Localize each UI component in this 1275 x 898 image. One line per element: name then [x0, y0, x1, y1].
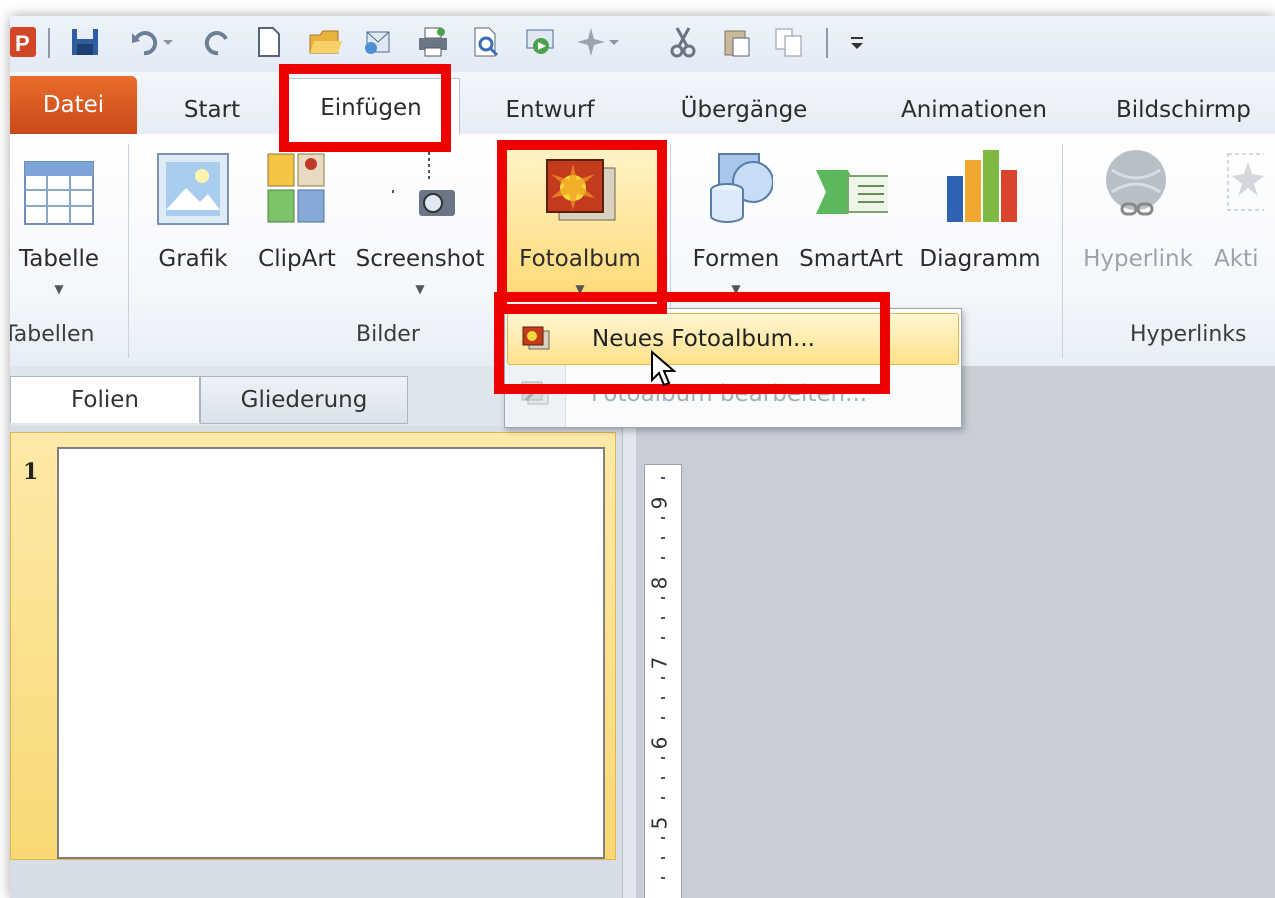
hyperlink-button[interactable]: Hyperlink	[1074, 140, 1202, 316]
ruler-tick	[661, 717, 665, 719]
ruler-label: 6	[647, 736, 672, 750]
ruler-tick	[661, 837, 665, 839]
ruler-tick	[661, 597, 665, 599]
grafik-button[interactable]: Grafik	[142, 140, 244, 316]
group-label-hyperlinks: Hyperlinks	[1130, 322, 1247, 347]
toolbar-separator	[48, 28, 50, 58]
slide-number: 1	[23, 459, 39, 485]
table-icon	[22, 146, 96, 226]
ruler-label: 8	[647, 576, 672, 590]
group-separator	[128, 144, 129, 358]
new-icon[interactable]	[252, 24, 286, 60]
ribbon-tabs: Datei Start Einfügen Entwurf Übergänge A…	[10, 72, 1275, 136]
diagramm-button[interactable]: Diagramm	[910, 140, 1050, 316]
undo-icon[interactable]	[128, 24, 162, 60]
grafik-label: Grafik	[158, 246, 228, 272]
sparkle-icon[interactable]	[574, 24, 608, 60]
print-preview-icon[interactable]	[470, 24, 504, 60]
slideshow-icon[interactable]	[524, 24, 558, 60]
group-separator	[1062, 144, 1063, 358]
aktion-button[interactable]: Akti	[1214, 140, 1275, 316]
screenshot-button[interactable]: Screenshot ▼	[350, 140, 490, 316]
slide-editing-area	[636, 366, 1275, 898]
svg-text:P: P	[15, 31, 30, 56]
open-icon[interactable]	[308, 24, 342, 60]
smartart-icon	[814, 146, 888, 226]
picture-icon	[156, 146, 230, 226]
copy-icon[interactable]	[772, 24, 806, 60]
ruler-tick	[661, 697, 665, 699]
group-label-bilder: Bilder	[356, 322, 420, 347]
sparkle-dropdown-icon[interactable]	[604, 24, 624, 60]
mouse-pointer-icon	[650, 349, 677, 394]
annotation-box-einfuegen	[279, 64, 451, 152]
ruler-tick	[661, 477, 665, 479]
smartart-label: SmartArt	[799, 246, 903, 272]
slide-thumbnails-pane: 1	[10, 426, 622, 898]
ruler-tick	[661, 677, 665, 679]
ruler-tick	[661, 637, 665, 639]
hyperlink-label: Hyperlink	[1083, 246, 1193, 272]
ruler-tick	[661, 537, 665, 539]
powerpoint-logo-icon[interactable]: P	[10, 24, 40, 60]
undo-dropdown-icon[interactable]	[158, 24, 178, 60]
clipart-label: ClipArt	[258, 246, 336, 272]
diagramm-label: Diagramm	[919, 246, 1041, 272]
tab-datei[interactable]: Datei	[10, 76, 137, 134]
formen-label: Formen	[692, 246, 780, 272]
formen-button[interactable]: Formen ▼	[680, 140, 792, 316]
quick-access-toolbar: P	[10, 16, 1275, 72]
action-star-icon	[1214, 146, 1264, 226]
ruler-tick	[661, 757, 665, 759]
tab-gliederung[interactable]: Gliederung	[200, 376, 408, 424]
ruler-tick	[661, 777, 665, 779]
paste-icon[interactable]	[720, 24, 754, 60]
email-icon[interactable]	[362, 24, 396, 60]
save-icon[interactable]	[68, 24, 102, 60]
tab-folien[interactable]: Folien	[10, 376, 200, 423]
print-icon[interactable]	[416, 24, 450, 60]
ruler-tick	[661, 557, 665, 559]
selected-slide-highlight[interactable]: 1	[10, 432, 616, 860]
toolbar-separator	[826, 28, 828, 58]
clipart-button[interactable]: ClipArt	[246, 140, 348, 316]
ruler-tick	[661, 857, 665, 859]
bar-chart-icon	[943, 146, 1017, 226]
redo-icon[interactable]	[200, 24, 234, 60]
globe-link-icon	[1101, 146, 1175, 226]
ruler-label: 5	[647, 816, 672, 830]
clipart-icon	[260, 146, 334, 226]
ruler-tick	[661, 517, 665, 519]
ruler-label: 7	[647, 656, 672, 670]
group-label-tabellen: Tabellen	[10, 322, 95, 347]
customize-icon[interactable]	[840, 24, 874, 60]
annotation-box-neues-fotoalbum	[494, 292, 890, 394]
ruler-label: 9	[647, 496, 672, 510]
aktion-label: Akti	[1214, 246, 1259, 272]
shapes-icon	[699, 146, 773, 226]
tabelle-label: Tabelle	[18, 246, 100, 272]
camera-icon	[383, 146, 457, 226]
vertical-ruler: 9 8 7 6 5	[644, 464, 682, 898]
screenshot-label: Screenshot	[355, 246, 485, 272]
chevron-down-icon: ▼	[415, 282, 425, 296]
powerpoint-window: P Datei Start Einfügen Entwurf Übergänge…	[10, 16, 1275, 898]
tab-animationen[interactable]: Animationen	[876, 90, 1072, 130]
chevron-down-icon: ▼	[54, 282, 64, 296]
smartart-button[interactable]: SmartArt	[792, 140, 910, 316]
annotation-box-fotoalbum	[497, 140, 667, 314]
slide-thumbnail[interactable]	[57, 447, 605, 859]
tab-start[interactable]: Start	[160, 90, 264, 130]
cut-icon[interactable]	[666, 24, 700, 60]
ruler-tick	[661, 877, 665, 879]
tab-bildschirmpraesentation[interactable]: Bildschirmp	[1116, 90, 1275, 130]
tab-uebergaenge[interactable]: Übergänge	[656, 90, 832, 130]
tab-entwurf[interactable]: Entwurf	[478, 90, 622, 130]
ruler-tick	[661, 797, 665, 799]
tabelle-button[interactable]: Tabelle ▼	[10, 140, 114, 316]
ruler-tick	[661, 617, 665, 619]
